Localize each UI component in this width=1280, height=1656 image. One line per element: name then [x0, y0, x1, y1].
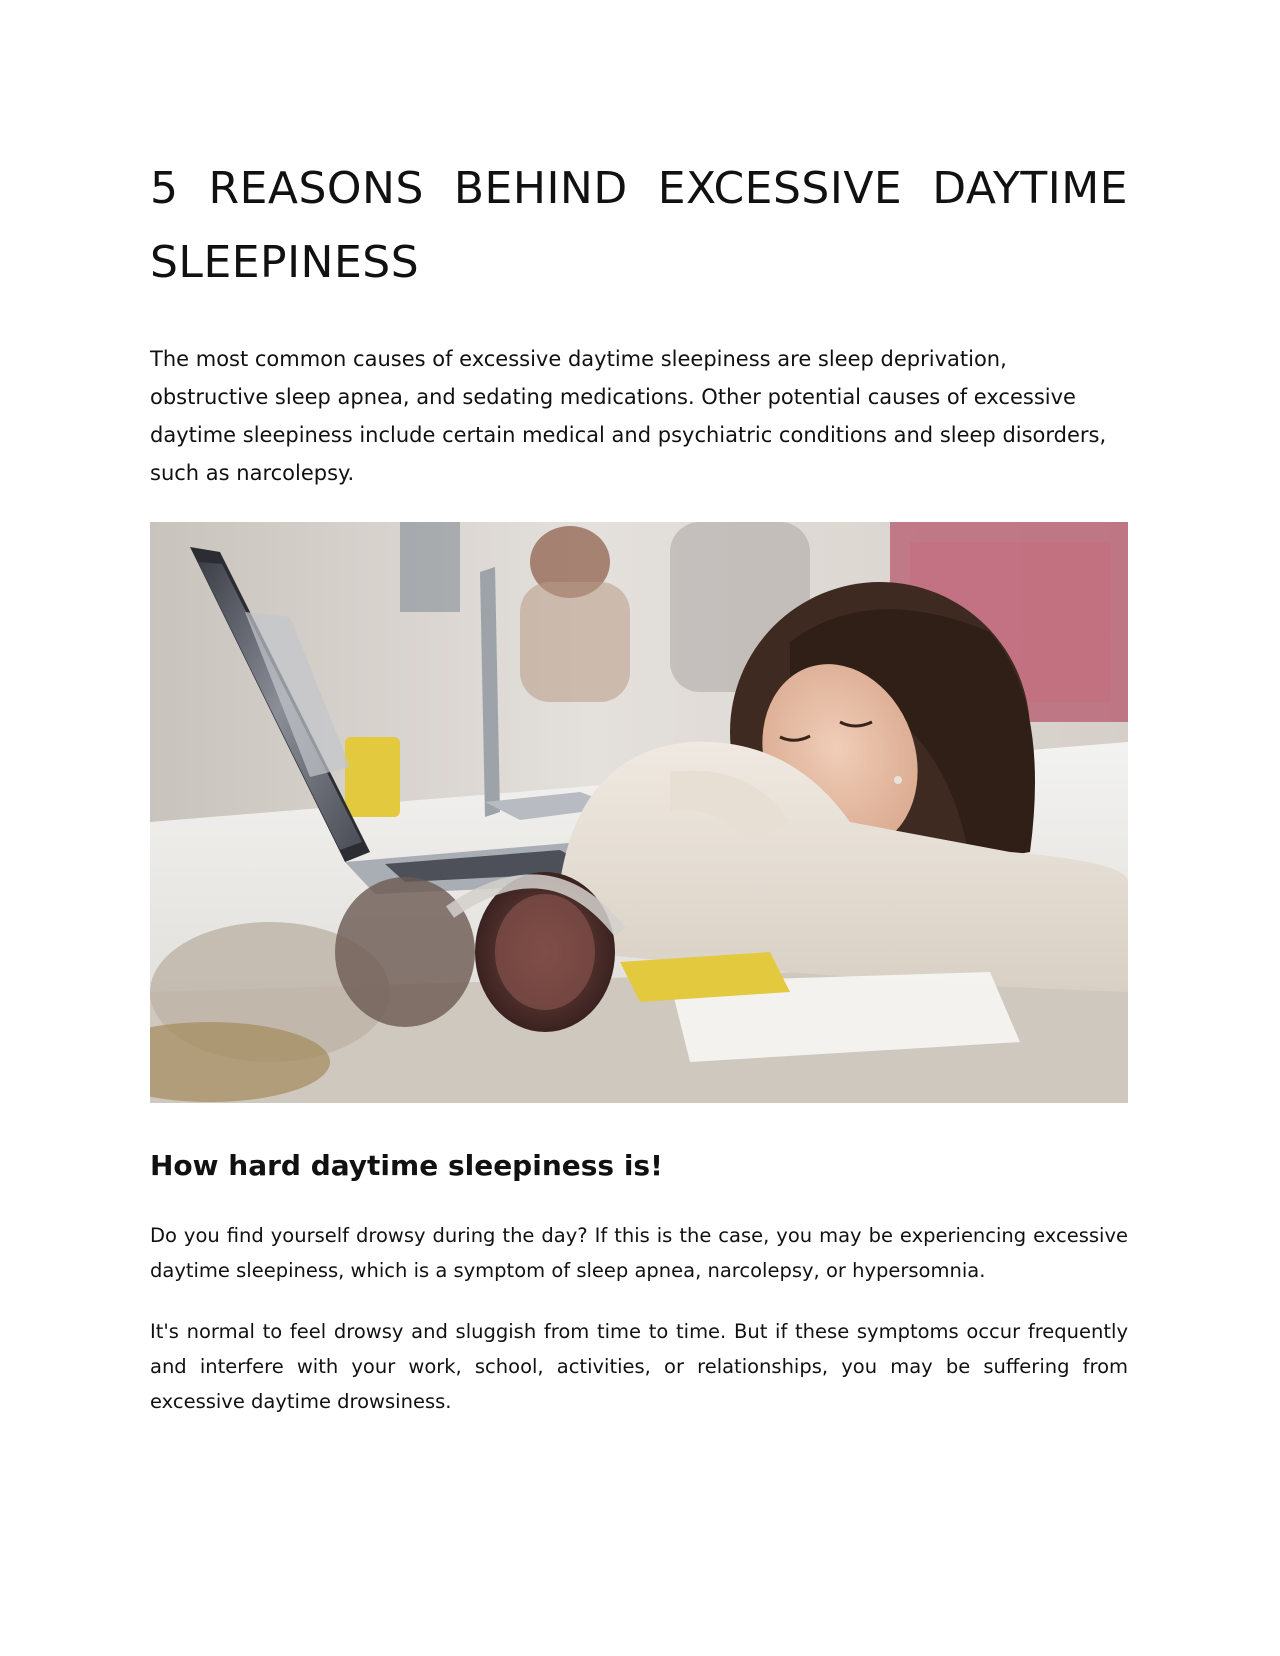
- sleeping-student-photo: [150, 522, 1128, 1103]
- intro-paragraph: The most common causes of excessive dayt…: [150, 347, 1107, 485]
- body-paragraph-2: It's normal to feel drowsy and sluggish …: [150, 1320, 1128, 1413]
- photo-illustration: [150, 522, 1128, 1103]
- body-paragraph-1: Do you find yourself drowsy during the d…: [150, 1224, 1128, 1282]
- section-heading: How hard daytime sleepiness is!: [150, 1149, 663, 1182]
- page-title: 5 REASONS BEHIND EXCESSIVE DAYTIME SLEEP…: [150, 163, 1128, 288]
